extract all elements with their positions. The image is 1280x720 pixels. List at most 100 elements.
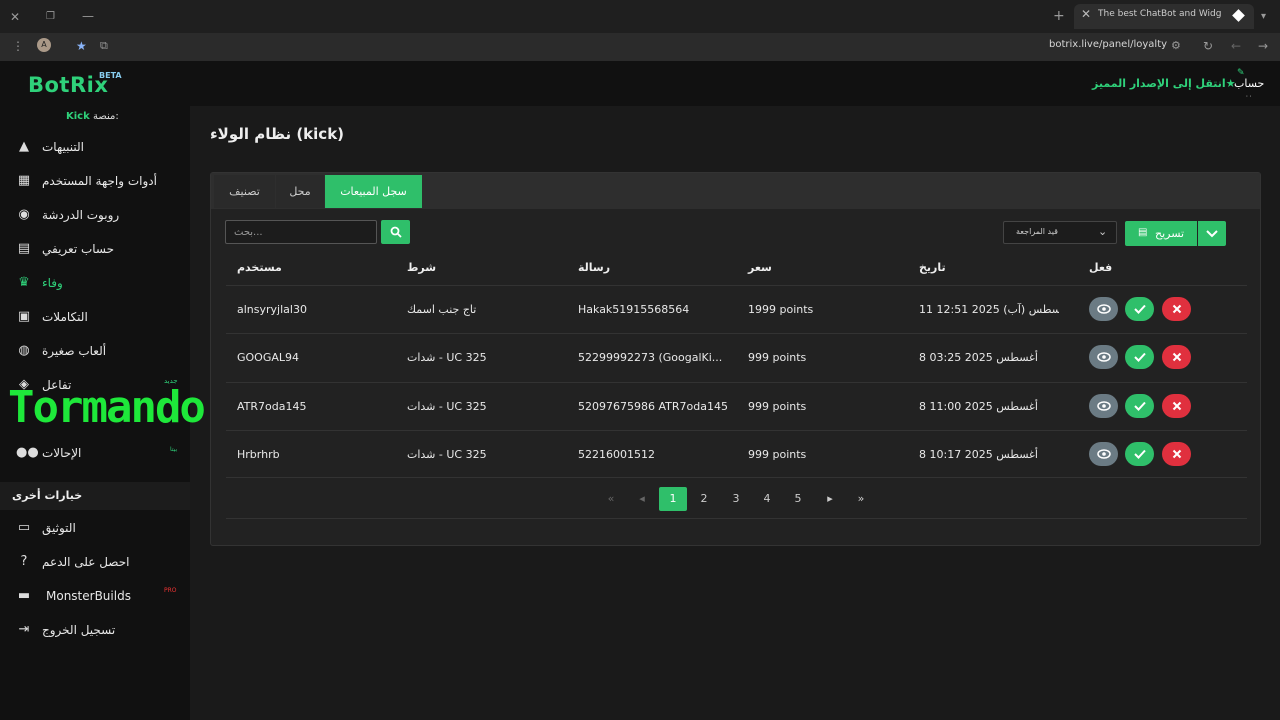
column-header-user: مستخدم xyxy=(237,261,282,274)
tab-close-icon[interactable]: ✕ xyxy=(1081,7,1091,21)
tab-favicon-icon xyxy=(1232,9,1245,22)
tab-ranking[interactable]: تصنيف xyxy=(214,175,275,208)
install-app-icon[interactable]: ⧉ xyxy=(100,38,108,54)
sidebar-item-widgets[interactable]: ▦ أدوات واجهة المستخدم xyxy=(0,167,190,197)
other-options-section: خيارات أخرى xyxy=(0,482,190,510)
sidebar-item-minigames[interactable]: ◍ ألعاب صغيرة xyxy=(0,337,190,367)
sidebar-item-logout[interactable]: ⇥ تسجيل الخروج xyxy=(0,616,190,646)
reload-icon[interactable]: ↻ xyxy=(1203,38,1213,54)
table-row: Hrbrhrb UC 325 - شدات 52216001512 999 po… xyxy=(226,430,1247,478)
sidebar-item-label: MonsterBuilds xyxy=(46,589,131,603)
cell-date: 11 أغسطس (آب) 2025 12:51 xyxy=(919,303,1059,316)
laptop-icon: ▬ xyxy=(17,588,31,603)
export-label: تسريح xyxy=(1155,227,1185,240)
reject-button[interactable] xyxy=(1162,345,1191,369)
status-filter-select[interactable]: قيد المراجعة ⌄ xyxy=(1003,221,1117,244)
search-icon xyxy=(390,226,402,238)
tab-sales-log[interactable]: سجل المبيعات xyxy=(325,175,422,208)
browser-tab[interactable]: ✕ The best ChatBot and Widgets xyxy=(1074,4,1254,29)
export-dropdown-button[interactable] xyxy=(1198,221,1226,246)
cell-condition: UC 325 - شدات xyxy=(407,448,487,461)
last-page-icon[interactable]: » xyxy=(847,487,875,511)
page-button-4[interactable]: 4 xyxy=(753,487,781,511)
page-button-5[interactable]: 5 xyxy=(784,487,812,511)
search-input[interactable] xyxy=(225,220,377,244)
view-button[interactable] xyxy=(1089,297,1118,321)
platform-label: منصة: xyxy=(92,111,119,122)
sidebar-item-integrations[interactable]: ▣ التكاملات xyxy=(0,303,190,333)
reject-button[interactable] xyxy=(1162,297,1191,321)
sidebar-item-referrals[interactable]: ●● الإحالات xyxy=(0,439,190,469)
search-button[interactable] xyxy=(381,220,410,244)
url-text[interactable]: botrix.live/panel/loyalty xyxy=(1049,39,1167,50)
sidebar-item-support[interactable]: ? احصل على الدعم xyxy=(0,548,190,578)
account-menu[interactable]: حساب xyxy=(1234,77,1264,90)
window-close-icon[interactable]: ✕ xyxy=(10,9,20,25)
prev-page-icon[interactable]: ◂ xyxy=(628,487,656,511)
reject-button[interactable] xyxy=(1162,442,1191,466)
reject-button[interactable] xyxy=(1162,394,1191,418)
first-page-icon[interactable]: « xyxy=(597,487,625,511)
cell-price: 999 points xyxy=(748,351,807,364)
tab-title: The best ChatBot and Widgets xyxy=(1098,9,1222,19)
site-settings-icon[interactable]: ⚙ xyxy=(1171,38,1181,54)
browser-menu-icon[interactable]: ⋮ xyxy=(12,38,24,54)
approve-button[interactable] xyxy=(1125,297,1154,321)
approve-button[interactable] xyxy=(1125,442,1154,466)
window-restore-icon[interactable]: ❐ xyxy=(46,9,55,25)
cell-message: 52216001512 xyxy=(578,448,655,461)
account-icon: ✎ xyxy=(1237,68,1245,78)
sidebar-item-chatbot[interactable]: ◉ روبوت الدردشة xyxy=(0,201,190,231)
view-button[interactable] xyxy=(1089,442,1118,466)
platform-indicator: Kick منصة: xyxy=(66,111,119,122)
sidebar-item-alerts[interactable]: ▲ التنبيهات xyxy=(0,133,190,163)
cell-condition: تاج جنب اسمك xyxy=(407,303,477,316)
app-header xyxy=(0,61,1280,106)
sidebar-item-profile[interactable]: ▤ حساب تعريفي xyxy=(0,235,190,265)
cell-date: 8 أغسطس 2025 10:17 xyxy=(919,448,1038,461)
premium-link-label: انتقل إلى الإصدار المميز xyxy=(1092,77,1226,90)
tab-shop[interactable]: محل xyxy=(276,175,324,208)
chevron-down-icon xyxy=(1206,230,1218,238)
sidebar-item-monsterbuilds[interactable]: ▬ MonsterBuilds xyxy=(0,582,190,612)
sidebar-item-loyalty[interactable]: ♛ وفاء xyxy=(0,269,190,299)
tab-search-icon[interactable]: ▾ xyxy=(1261,9,1266,25)
sidebar-item-label: التنبيهات xyxy=(42,140,84,154)
book-icon: ▭ xyxy=(17,520,31,535)
sidebar-item-label: وفاء xyxy=(42,276,63,290)
approve-button[interactable] xyxy=(1125,394,1154,418)
sidebar-item-label: التكاملات xyxy=(42,310,88,324)
window-minimize-icon[interactable]: — xyxy=(82,8,94,24)
column-header-message: رسالة xyxy=(578,261,611,274)
help-icon: ? xyxy=(20,554,28,569)
bookmark-star-icon[interactable]: ★ xyxy=(76,38,87,54)
platform-value: Kick xyxy=(66,111,90,122)
cell-condition: UC 325 - شدات xyxy=(407,400,487,413)
export-button[interactable]: ▤ تسريح xyxy=(1125,221,1197,246)
next-page-icon[interactable]: ▸ xyxy=(816,487,844,511)
profile-avatar[interactable]: A xyxy=(37,38,51,52)
view-button[interactable] xyxy=(1089,345,1118,369)
botrix-logo[interactable]: BotRix xyxy=(28,73,108,97)
approve-button[interactable] xyxy=(1125,345,1154,369)
eye-icon xyxy=(1097,449,1111,459)
forward-icon[interactable]: ← xyxy=(1231,38,1241,54)
trophy-icon: ♛ xyxy=(18,275,30,290)
cell-price: 1999 points xyxy=(748,303,814,316)
beta-badge: BETA xyxy=(99,71,122,80)
page-button-2[interactable]: 2 xyxy=(690,487,718,511)
file-excel-icon: ▤ xyxy=(1138,227,1148,238)
widgets-icon: ▦ xyxy=(17,173,31,188)
beta-badge-sidebar: بيتا xyxy=(170,446,178,453)
eye-icon xyxy=(1097,352,1111,362)
new-tab-icon[interactable]: + xyxy=(1053,8,1065,24)
back-icon[interactable]: → xyxy=(1258,38,1268,54)
premium-link[interactable]: ★انتقل إلى الإصدار المميز xyxy=(1092,77,1236,90)
page-button-1[interactable]: 1 xyxy=(659,487,687,511)
account-sub: ٠٠ xyxy=(1245,92,1253,100)
page-button-3[interactable]: 3 xyxy=(722,487,750,511)
column-header-date: تاريخ xyxy=(919,261,946,274)
sidebar-item-docs[interactable]: ▭ التوثيق xyxy=(0,514,190,544)
cell-condition: UC 325 - شدات xyxy=(407,351,487,364)
view-button[interactable] xyxy=(1089,394,1118,418)
